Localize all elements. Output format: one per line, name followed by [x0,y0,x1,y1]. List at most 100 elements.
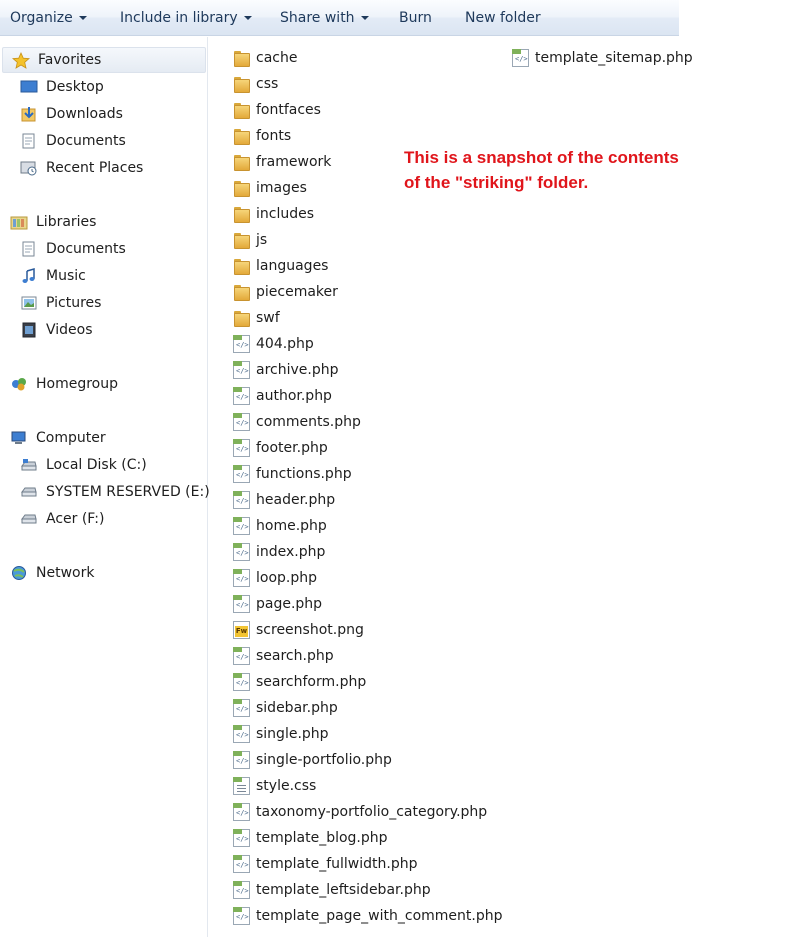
nav-library-documents[interactable]: Documents [20,236,126,262]
nav-pictures[interactable]: Pictures [20,290,101,316]
network-icon [10,565,28,581]
computer-icon [10,430,28,446]
nav-computer-label: Computer [36,430,106,446]
nav-downloads[interactable]: Downloads [20,101,123,127]
nav-libraries[interactable]: Libraries [10,209,96,235]
nav-network[interactable]: Network [10,560,94,586]
folder-item[interactable]: cache [233,47,297,69]
file-item[interactable]: template_blog.php [233,827,388,849]
file-item[interactable]: single-portfolio.php [233,749,392,771]
file-item[interactable]: archive.php [233,359,338,381]
local-disk-icon [20,457,38,473]
file-item[interactable]: page.php [233,593,322,615]
php-file-icon [233,855,250,873]
nav-music-label: Music [46,268,86,284]
folder-item[interactable]: languages [233,255,328,277]
php-file-icon [233,829,250,847]
folder-item[interactable]: js [233,229,267,251]
item-name: template_sitemap.php [535,50,693,66]
php-file-icon [512,49,529,67]
item-name: page.php [256,596,323,612]
file-item[interactable]: home.php [233,515,327,537]
file-item[interactable]: screenshot.png [233,619,364,641]
file-item[interactable]: searchform.php [233,671,366,693]
desktop-icon [20,79,38,95]
documents-icon [20,133,38,149]
nav-recent-places-label: Recent Places [46,160,144,176]
nav-computer[interactable]: Computer [10,425,106,451]
nav-favorites[interactable]: Favorites [2,47,206,73]
navigation-pane: Favorites Desktop Downloads Documents Re… [0,37,210,937]
file-item[interactable]: template_page_with_comment.php [233,905,502,927]
nav-documents[interactable]: Documents [20,128,126,154]
folder-item[interactable]: piecemaker [233,281,338,303]
item-name: images [256,180,307,196]
nav-network-label: Network [36,565,95,581]
file-item[interactable]: author.php [233,385,332,407]
nav-local-disk[interactable]: Local Disk (C:) [20,452,147,478]
item-name: cache [256,50,298,66]
nav-recent-places[interactable]: Recent Places [20,155,143,181]
new-folder-button[interactable]: New folder [465,0,541,35]
folder-item[interactable]: fonts [233,125,291,147]
file-item[interactable]: single.php [233,723,329,745]
new-folder-label: New folder [465,9,541,26]
item-name: searchform.php [256,674,367,690]
nav-system-reserved[interactable]: SYSTEM RESERVED (E:) [20,479,210,505]
share-with-button[interactable]: Share with [280,0,369,35]
folder-item[interactable]: images [233,177,307,199]
file-item[interactable]: template_fullwidth.php [233,853,417,875]
file-item[interactable]: 404.php [233,333,314,355]
file-item[interactable]: index.php [233,541,325,563]
burn-button[interactable]: Burn [399,0,432,35]
nav-libraries-label: Libraries [36,214,97,230]
file-item[interactable]: loop.php [233,567,317,589]
folder-item[interactable]: includes [233,203,314,225]
share-with-label: Share with [280,9,355,26]
item-name: includes [256,206,315,222]
recent-places-icon [20,160,38,176]
item-name: index.php [256,544,326,560]
folder-item[interactable]: fontfaces [233,99,321,121]
libraries-icon [10,214,28,230]
item-name: archive.php [256,362,339,378]
folder-item[interactable]: css [233,73,278,95]
php-file-icon [233,803,250,821]
folder-item[interactable]: swf [233,307,280,329]
file-item[interactable]: style.css [233,775,316,797]
item-name: style.css [256,778,317,794]
file-item[interactable]: functions.php [233,463,352,485]
folder-icon [233,49,250,67]
drive-icon [20,511,38,527]
nav-acer[interactable]: Acer (F:) [20,506,104,532]
pictures-icon [20,295,38,311]
file-item[interactable]: taxonomy-portfolio_category.php [233,801,487,823]
file-item[interactable]: template_sitemap.php [512,47,693,69]
nav-videos[interactable]: Videos [20,317,93,343]
nav-desktop-label: Desktop [46,79,104,95]
nav-homegroup-label: Homegroup [36,376,119,392]
include-in-library-button[interactable]: Include in library [120,0,252,35]
drive-icon [20,484,38,500]
item-name: 404.php [256,336,314,352]
nav-desktop[interactable]: Desktop [20,74,104,100]
organize-menu-button[interactable]: Organize [10,0,87,35]
file-item[interactable]: template_leftsidebar.php [233,879,431,901]
nav-music[interactable]: Music [20,263,86,289]
item-name: css [256,76,279,92]
file-item[interactable]: search.php [233,645,334,667]
file-item[interactable]: footer.php [233,437,328,459]
item-name: template_fullwidth.php [256,856,418,872]
php-file-icon [233,647,250,665]
file-item[interactable]: header.php [233,489,335,511]
nav-homegroup[interactable]: Homegroup [10,371,118,397]
php-file-icon [233,673,250,691]
php-file-icon [233,699,250,717]
php-file-icon [233,595,250,613]
php-file-icon [233,335,250,353]
file-item[interactable]: sidebar.php [233,697,338,719]
folder-item[interactable]: framework [233,151,331,173]
nav-local-disk-label: Local Disk (C:) [46,457,147,473]
folder-icon [233,257,250,275]
file-item[interactable]: comments.php [233,411,361,433]
